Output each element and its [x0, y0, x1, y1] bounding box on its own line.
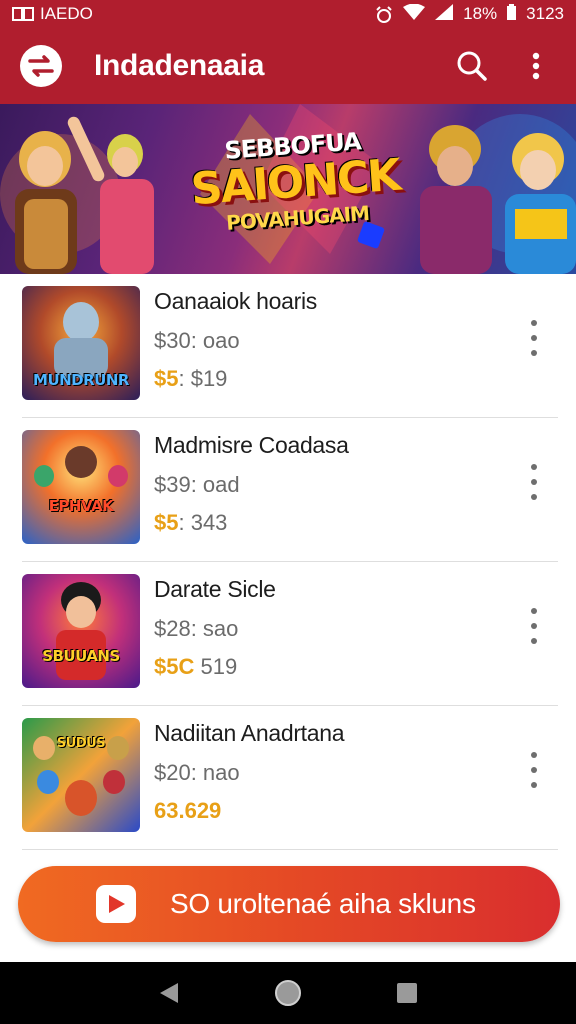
recents-icon[interactable] [387, 973, 427, 1013]
wifi-icon [403, 3, 426, 25]
item-more-icon[interactable] [524, 608, 544, 644]
thumbnail-label: SUDUS [56, 736, 106, 751]
item-more-icon[interactable] [524, 320, 544, 356]
sale-accent: $5 [154, 510, 179, 535]
status-bar: IAEDO 18% 3123 [0, 0, 576, 28]
more-vert-icon[interactable] [516, 46, 556, 86]
item-price: $30: oao [154, 328, 240, 353]
battery-icon [507, 3, 517, 25]
clock: 3123 [526, 4, 564, 23]
play-icon [96, 885, 136, 923]
item-sale-price: $5: 343 [154, 510, 227, 536]
home-icon[interactable] [268, 973, 308, 1013]
item-title: Oanaaiok hoaris [154, 288, 317, 314]
app-title: Indadenaaia [94, 49, 265, 82]
item-title: Darate Sicle [154, 576, 276, 602]
sale-accent: $5 [154, 366, 179, 391]
list-item[interactable]: SBUUANS Darate Sicle $28: sao $5C 519 [22, 562, 558, 706]
banner-headline: SEBBOFUA SAIONCK POVAHUGAIM [187, 125, 403, 237]
item-title: Madmisre Coadasa [154, 432, 349, 458]
item-price: $39: oad [154, 472, 240, 497]
signal-icon [435, 3, 454, 25]
list-item[interactable]: EPHVAK Madmisre Coadasa $39: oad $5: 343 [22, 418, 558, 562]
back-icon[interactable] [149, 973, 189, 1013]
item-price: $28: sao [154, 616, 239, 641]
subscribe-button[interactable]: SO uroltenaé aiha skluns [18, 866, 560, 942]
battery-text: 18% [463, 4, 498, 23]
sale-accent: 63.629 [154, 798, 222, 823]
item-more-icon[interactable] [524, 464, 544, 500]
alarm-icon [375, 6, 393, 23]
app-logo-icon[interactable] [20, 45, 62, 87]
item-title: Nadiitan Anadrtana [154, 720, 345, 746]
game-thumbnail[interactable]: MUNDRUNR [22, 286, 140, 400]
sale-rest: : 343 [178, 510, 228, 535]
notification-icon [12, 7, 34, 21]
game-thumbnail[interactable]: SBUUANS [22, 574, 140, 688]
item-sale-price: $5: $19 [154, 366, 227, 392]
item-sale-price: $5C 519 [154, 654, 237, 680]
promo-banner[interactable]: SEBBOFUA SAIONCK POVAHUGAIM [0, 104, 576, 274]
app-bar: Indadenaaia [0, 28, 576, 104]
item-more-icon[interactable] [524, 752, 544, 788]
thumbnail-label: SBUUANS [42, 647, 120, 665]
list-item[interactable]: SUDUS Nadiitan Anadrtana $20: nao 63.629 [22, 706, 558, 850]
game-list: MUNDRUNR Oanaaiok hoaris $30: oao $5: $1… [0, 274, 576, 850]
sale-accent: $5C [154, 654, 195, 679]
search-icon[interactable] [452, 46, 492, 86]
item-price: $20: nao [154, 760, 240, 785]
list-item[interactable]: MUNDRUNR Oanaaiok hoaris $30: oao $5: $1… [22, 274, 558, 418]
sale-rest: : $19 [178, 366, 228, 391]
game-thumbnail[interactable]: EPHVAK [22, 430, 140, 544]
item-sale-price: 63.629 [154, 798, 221, 824]
system-nav-bar [0, 962, 576, 1024]
cta-label: SO uroltenaé aiha skluns [170, 888, 476, 919]
thumbnail-label: EPHVAK [48, 497, 114, 515]
thumbnail-label: MUNDRUNR [33, 371, 129, 389]
sale-rest: 519 [194, 654, 238, 679]
game-thumbnail[interactable]: SUDUS [22, 718, 140, 832]
status-left-text: IAEDO [40, 4, 93, 23]
